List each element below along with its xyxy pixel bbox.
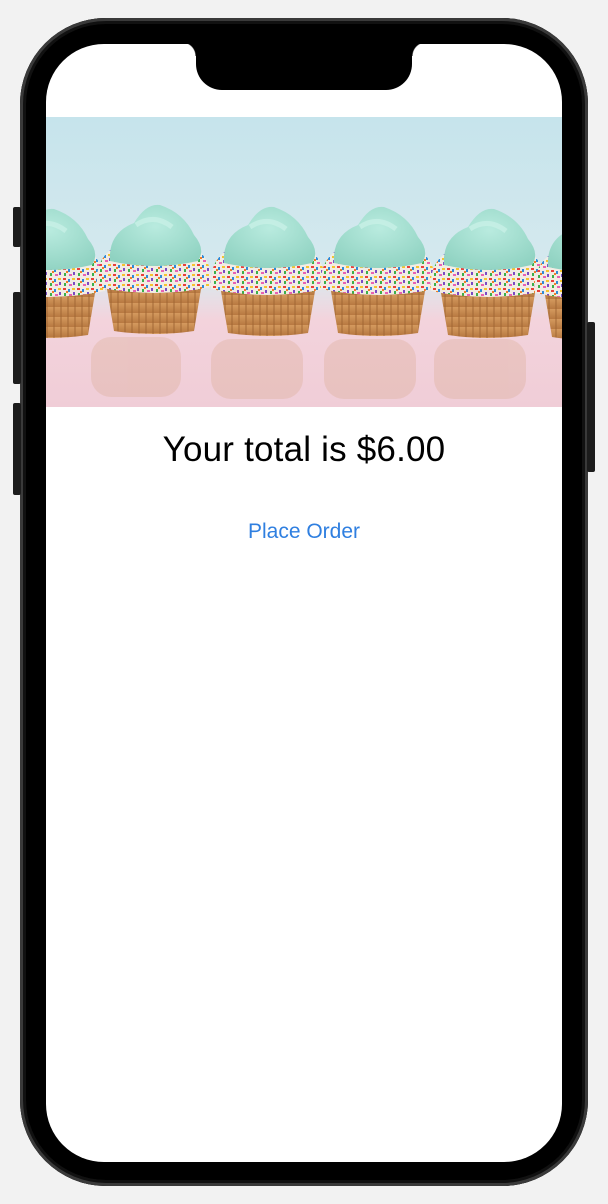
app-screen: Your total is $6.00 Place Order bbox=[46, 44, 562, 1162]
notch bbox=[182, 44, 426, 90]
volume-down-button bbox=[13, 403, 21, 495]
order-total-text: Your total is $6.00 bbox=[162, 430, 446, 469]
silent-switch bbox=[13, 207, 21, 247]
cupcakes-image bbox=[46, 117, 562, 407]
power-button bbox=[587, 322, 595, 472]
place-order-button[interactable]: Place Order bbox=[204, 516, 404, 548]
volume-up-button bbox=[13, 292, 21, 384]
